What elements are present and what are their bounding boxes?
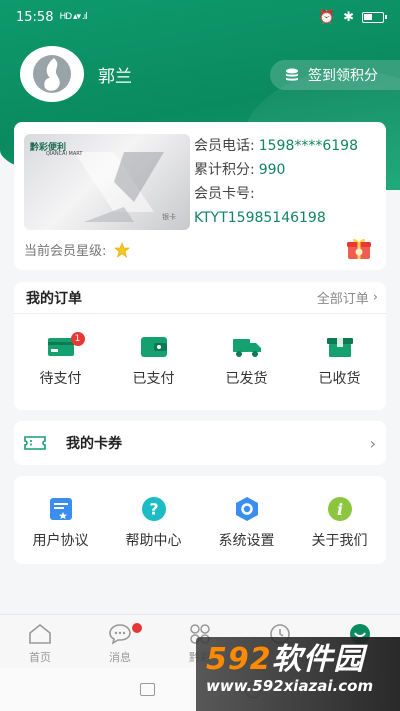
order-label: 已发货 [225,371,268,387]
star-level-row: 当前会员星级: [24,240,131,259]
orders-title: 我的订单 [26,290,82,307]
card-type-label: 银卡 [162,213,176,221]
card-number-label: 会员卡号: [194,186,255,202]
svg-text:i: i [336,500,342,519]
order-label: 已收货 [318,371,361,387]
settings-icon [235,497,258,521]
battery-icon [362,11,387,23]
member-info: 会员电话: 1598****6198 累计积分: 990 会员卡号: KTYT159… [194,134,384,230]
checkin-label: 签到领积分 [308,68,378,84]
all-orders-label: 全部订单 [316,292,369,307]
nav-home[interactable]: 首页 [8,615,72,668]
orders-header: 我的订单 全部订单 › [14,282,386,314]
card-number-value-row: KTYT15985146198 [194,206,384,230]
checkin-button[interactable]: 签到领积分 [270,60,400,90]
status-time: 15:58 [16,9,54,25]
nav-messages[interactable]: 消息 [88,615,152,668]
phone-value: 1598****6198 [258,138,358,154]
order-paid[interactable]: 已支付 [114,336,194,388]
truck-icon [232,339,261,357]
points-row: 累计积分: 990 [194,158,384,182]
svg-text:?: ? [149,500,158,519]
card-brand-sub: QIANCAI MART [46,151,83,157]
coins-icon [286,68,298,81]
member-card-panel: 黔彩便利 QIANCAI MART 银卡 会员电话: 1598****6198 累… [14,122,386,270]
profile-header: 郭兰 签到领积分 [20,46,400,102]
orders-panel: 我的订单 全部订单 › 1 待支付 已支付 已发货 已收货 [14,282,386,410]
watermark-text: 软件园 [271,642,365,677]
signal-icon: HD ▴▾ .ıl [59,12,87,22]
orders-grid: 1 待支付 已支付 已发货 已收货 [14,314,386,388]
watermark-number: 592 [206,642,272,677]
membership-card-image[interactable]: 黔彩便利 QIANCAI MART 银卡 [24,134,190,230]
service-label: 帮助中心 [125,533,182,549]
service-help-center[interactable]: ? 帮助中心 [114,496,194,550]
ticket-icon [24,436,46,450]
flame-logo-icon [33,55,71,93]
chevron-right-icon: › [369,433,376,453]
home-icon [29,623,51,644]
recent-apps-icon[interactable] [139,683,155,696]
bluetooth-icon: ✱ [343,9,354,25]
service-about-us[interactable]: i 关于我们 [300,496,380,550]
nav-label: 首页 [29,651,51,664]
service-label: 关于我们 [311,533,368,549]
order-pending-payment[interactable]: 1 待支付 [21,332,101,388]
order-label: 已支付 [132,371,175,387]
points-label: 累计积分: [194,162,255,178]
coupons-title: 我的卡券 [66,436,122,452]
chevron-right-icon: › [372,290,378,305]
phone-row: 会员电话: 1598****6198 [194,134,384,158]
message-icon [109,624,131,645]
coupons-row[interactable]: 我的卡券 › [14,421,386,465]
service-label: 系统设置 [218,533,275,549]
help-icon: ? [141,497,166,521]
service-label: 用户协议 [32,533,89,549]
services-panel: 用户协议 ? 帮助中心 系统设置 i 关于我们 [14,476,386,564]
order-label: 待支付 [39,371,82,387]
agreement-icon [49,498,72,520]
avatar[interactable] [20,46,84,102]
order-received[interactable]: 已收货 [300,336,380,388]
service-settings[interactable]: 系统设置 [207,496,287,550]
star-icon [114,241,131,258]
watermark-logo: 592软件园 www.592xiazai.com [196,637,400,711]
all-orders-link[interactable]: 全部订单 › [317,288,378,307]
phone-label: 会员电话: [194,138,255,154]
gift-icon[interactable] [346,236,372,260]
star-level-label: 当前会员星级: [24,244,107,259]
wallet-icon [140,337,167,357]
services-grid: 用户协议 ? 帮助中心 系统设置 i 关于我们 [14,476,386,550]
status-bar: 15:58 HD ▴▾ .ıl ⏰ ✱ [0,0,400,34]
points-value: 990 [258,162,286,178]
pending-badge: 1 [70,332,85,346]
card-number-value: KTYT15985146198 [194,210,326,226]
card-number-row: 会员卡号: [194,182,384,206]
info-icon: i [327,497,352,521]
order-shipped[interactable]: 已发货 [207,336,287,388]
alarm-icon: ⏰ [318,9,336,25]
watermark-url: www.592xiazai.com [206,677,374,695]
message-unread-dot [132,623,142,633]
box-icon [326,338,353,357]
service-user-agreement[interactable]: 用户协议 [21,496,101,550]
nav-label: 消息 [109,651,131,664]
